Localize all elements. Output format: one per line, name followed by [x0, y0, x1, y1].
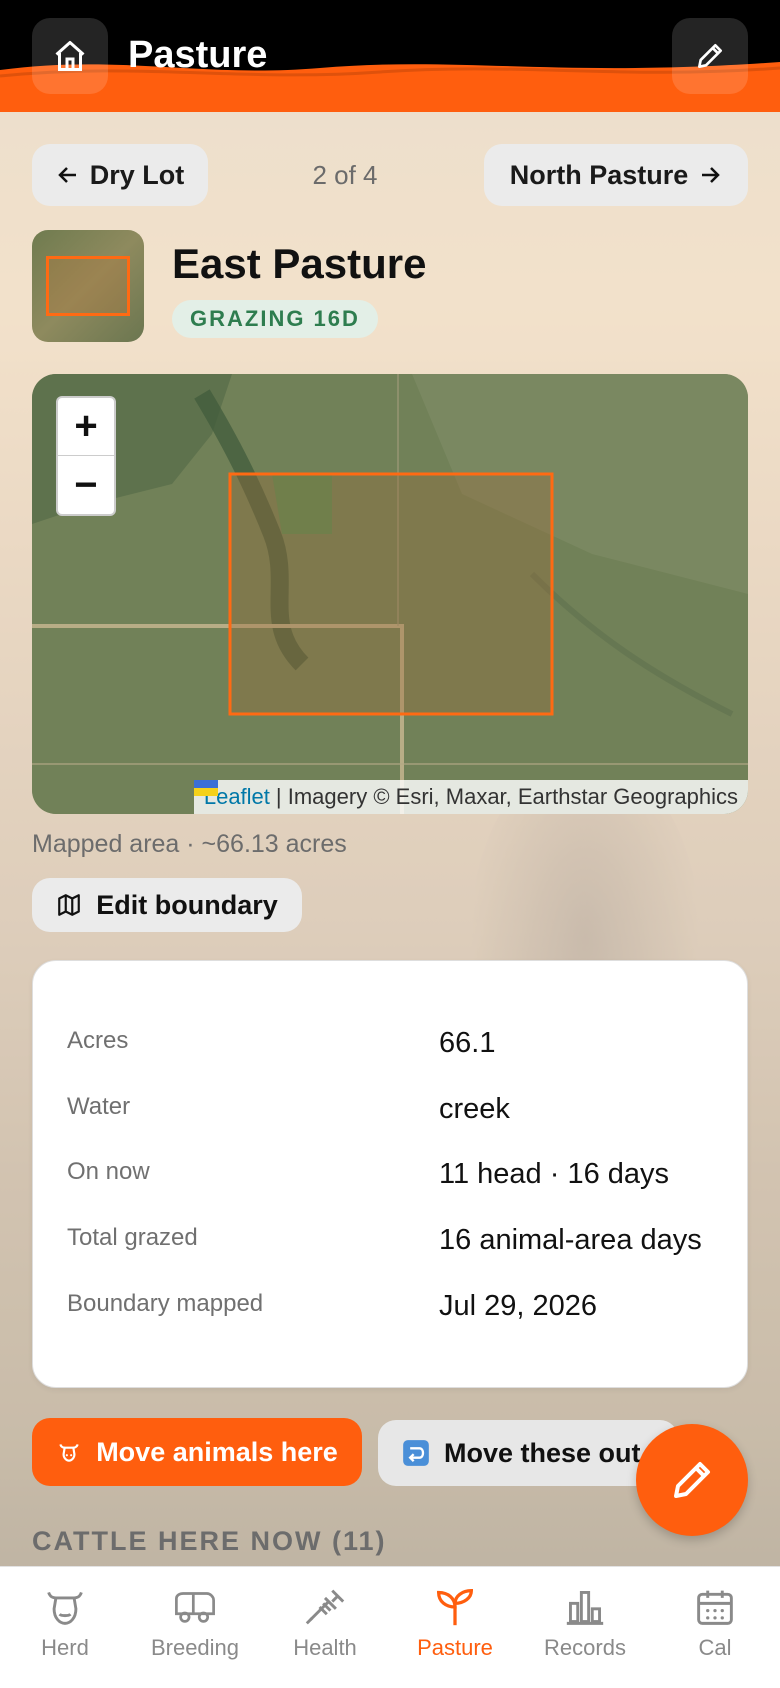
- detail-value: 11 head · 16 days: [439, 1158, 670, 1190]
- attribution-text: | Imagery © Esri, Maxar, Earthstar Geogr…: [275, 784, 738, 809]
- status-badge: GRAZING 16D: [172, 300, 378, 338]
- zoom-out-button[interactable]: −: [58, 456, 114, 514]
- map-attribution: Leaflet | Imagery © Esri, Maxar, Earthst…: [193, 780, 748, 814]
- sprout-icon: [436, 1588, 474, 1626]
- tab-calendar[interactable]: Cal: [650, 1567, 780, 1688]
- bar-chart-icon: [566, 1591, 604, 1625]
- floating-edit-button[interactable]: [636, 1424, 748, 1536]
- mapped-area-text: Mapped area · ~66.13 acres: [32, 830, 347, 858]
- arrow-left-icon: [57, 167, 76, 183]
- calendar-icon: [697, 1590, 733, 1625]
- pasture-thumbnail: [32, 230, 144, 342]
- pasture-name: East Pasture: [172, 240, 427, 287]
- next-pasture-label: North Pasture: [509, 159, 689, 190]
- trailer-icon: [175, 1592, 215, 1623]
- home-button[interactable]: [32, 18, 108, 94]
- move-animals-here-label: Move animals here: [96, 1436, 338, 1467]
- cow-icon: [47, 1591, 83, 1625]
- detail-label: Water: [67, 1093, 131, 1120]
- tab-label: Cal: [698, 1635, 732, 1660]
- move-animals-here-button[interactable]: Move animals here: [32, 1418, 362, 1486]
- edit-boundary-label: Edit boundary: [96, 889, 278, 920]
- pager-count: 2 of 4: [312, 160, 378, 190]
- tab-label: Pasture: [417, 1635, 493, 1660]
- tab-breeding[interactable]: Breeding: [130, 1567, 260, 1688]
- detail-row-acres: Acres 66.1: [67, 1027, 717, 1067]
- tab-label: Records: [544, 1635, 626, 1660]
- app-header: Pasture: [0, 0, 780, 112]
- ukraine-flag-icon: [193, 780, 218, 796]
- cow-icon: [59, 1444, 79, 1462]
- move-these-out-button[interactable]: Move these out: [378, 1420, 678, 1486]
- detail-label: Acres: [67, 1027, 129, 1054]
- home-icon: [55, 41, 85, 71]
- tab-pasture[interactable]: Pasture: [390, 1567, 520, 1688]
- page-title: Pasture: [128, 34, 268, 76]
- previous-pasture-button[interactable]: Dry Lot: [32, 144, 208, 206]
- bottom-tab-bar: Herd Breeding Health Pasture Records Cal: [0, 1566, 780, 1688]
- cattle-here-heading: CATTLE HERE NOW (11): [32, 1526, 387, 1556]
- edit-pasture-button[interactable]: [672, 18, 748, 94]
- detail-value: creek: [439, 1093, 510, 1125]
- detail-row-on-now: On now 11 head · 16 days: [67, 1158, 717, 1198]
- edit-boundary-button[interactable]: Edit boundary: [32, 878, 302, 932]
- detail-value: Jul 29, 2026: [439, 1290, 598, 1322]
- tab-health[interactable]: Health: [260, 1567, 390, 1688]
- pencil-icon: [674, 1462, 710, 1498]
- syringe-icon: [305, 1589, 345, 1625]
- satellite-imagery: [32, 374, 748, 814]
- detail-value: 16 animal-area days: [439, 1224, 702, 1256]
- detail-value: 66.1: [439, 1027, 496, 1059]
- arrow-right-icon: [702, 167, 721, 183]
- previous-pasture-label: Dry Lot: [89, 159, 185, 190]
- zoom-in-button[interactable]: +: [58, 398, 114, 456]
- pencil-icon: [698, 44, 722, 68]
- detail-row-boundary-mapped: Boundary mapped Jul 29, 2026: [67, 1290, 717, 1330]
- detail-row-water: Water creek: [67, 1093, 717, 1133]
- next-pasture-button[interactable]: North Pasture: [484, 144, 748, 206]
- detail-row-total-grazed: Total grazed 16 animal-area days: [67, 1224, 717, 1264]
- detail-label: On now: [67, 1158, 150, 1185]
- map-icon: [58, 894, 81, 916]
- tab-records[interactable]: Records: [520, 1567, 650, 1688]
- pasture-details-card: Acres 66.1 Water creek On now 11 head · …: [32, 960, 748, 1388]
- move-these-out-label: Move these out: [444, 1437, 641, 1468]
- detail-label: Boundary mapped: [67, 1290, 264, 1317]
- tab-label: Health: [293, 1635, 357, 1660]
- zoom-control: + −: [56, 396, 116, 516]
- header-wave: [0, 62, 780, 112]
- tab-herd[interactable]: Herd: [0, 1567, 130, 1688]
- thumbnail-boundary: [46, 256, 130, 316]
- pasture-map[interactable]: + − Leaflet | Imagery © Esri, Maxar, Ear…: [32, 374, 748, 814]
- tab-label: Herd: [41, 1635, 89, 1660]
- return-arrow-icon: [403, 1440, 429, 1466]
- detail-label: Total grazed: [67, 1224, 198, 1251]
- tab-label: Breeding: [150, 1635, 240, 1660]
